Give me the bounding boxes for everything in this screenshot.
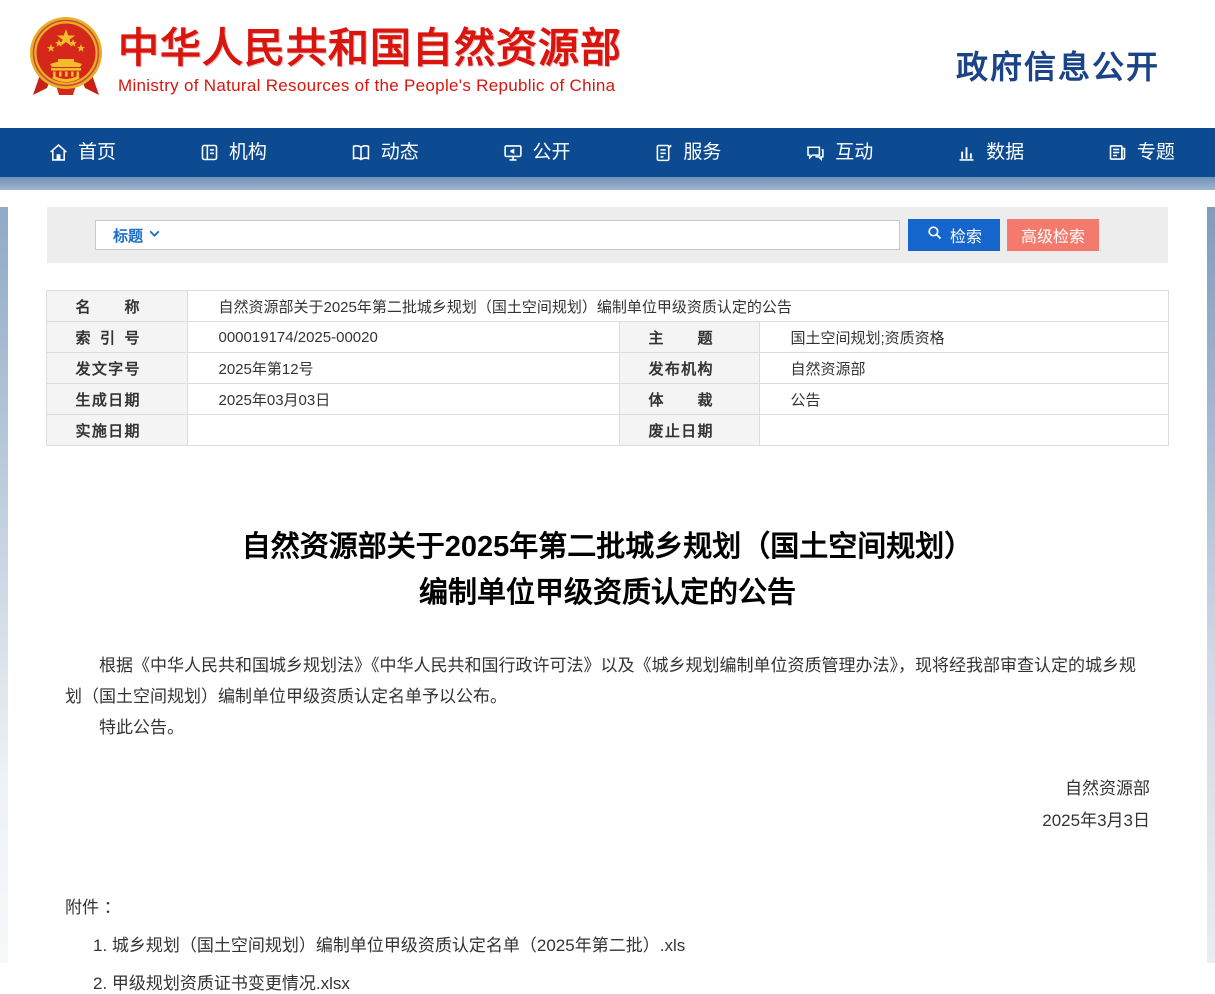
site-title: 中华人民共和国自然资源部 [118, 24, 622, 72]
table-row: 实施日期 废止日期 [47, 415, 1168, 446]
document-meta-table: 名称 自然资源部关于2025年第二批城乡规划（国土空间规划）编制单位甲级资质认定… [46, 290, 1168, 446]
body-paragraph: 根据《中华人民共和国城乡规划法》《中华人民共和国行政许可法》以及《城乡规划编制单… [65, 650, 1150, 712]
meta-value-repeal-date [760, 415, 1168, 446]
body-paragraph: 特此公告。 [65, 712, 1150, 743]
topics-paper-icon [1107, 142, 1128, 163]
table-row: 生成日期 2025年03月03日 体裁 公告 [47, 384, 1168, 415]
nav-item-home[interactable]: 首页 [48, 128, 116, 177]
site-header: 中华人民共和国自然资源部 Ministry of Natural Resourc… [0, 0, 1215, 128]
nav-item-label: 动态 [381, 128, 419, 177]
header-divider-band [0, 177, 1215, 190]
search-input-wrapper: 标题 [95, 220, 900, 250]
bar-chart-icon [956, 142, 977, 163]
meta-value-created-date: 2025年03月03日 [188, 384, 620, 415]
nav-item-label: 专题 [1137, 128, 1175, 177]
attachment-link[interactable]: 1. 城乡规划（国土空间规划）编制单位甲级资质认定名单（2025年第二批）.xl… [93, 931, 1150, 956]
main-nav: 首页 机构 动态 公开 服务 [0, 128, 1215, 177]
meta-label-genre: 体裁 [620, 384, 760, 415]
meta-label-subject: 主题 [620, 322, 760, 353]
home-icon [48, 142, 69, 163]
table-row: 发文字号 2025年第12号 发布机构 自然资源部 [47, 353, 1168, 384]
disclosure-screen-icon [502, 142, 524, 163]
table-row: 名称 自然资源部关于2025年第二批城乡规划（国土空间规划）编制单位甲级资质认定… [47, 291, 1168, 322]
search-button[interactable]: 检索 [908, 219, 1000, 251]
meta-label-name: 名称 [47, 291, 188, 322]
meta-value-effective-date [188, 415, 620, 446]
nav-item-label: 数据 [986, 128, 1024, 177]
nav-item-organization[interactable]: 机构 [199, 128, 267, 177]
nav-item-label: 机构 [229, 128, 267, 177]
nav-item-news[interactable]: 动态 [350, 128, 419, 177]
meta-label-effective-date: 实施日期 [47, 415, 188, 446]
chevron-down-icon [148, 227, 161, 244]
signature-date: 2025年3月3日 [65, 805, 1150, 837]
organization-icon [199, 142, 220, 163]
meta-value-name: 自然资源部关于2025年第二批城乡规划（国土空间规划）编制单位甲级资质认定的公告 [188, 291, 1168, 322]
search-icon [926, 224, 943, 246]
service-edit-icon [653, 142, 674, 163]
brand-text: 中华人民共和国自然资源部 Ministry of Natural Resourc… [118, 24, 622, 96]
nav-item-disclosure[interactable]: 公开 [502, 128, 571, 177]
meta-label-repeal-date: 废止日期 [620, 415, 760, 446]
nav-item-interact[interactable]: 互动 [804, 128, 873, 177]
meta-label-created-date: 生成日期 [47, 384, 188, 415]
nav-item-service[interactable]: 服务 [653, 128, 721, 177]
nav-item-label: 互动 [835, 128, 873, 177]
table-row: 索引号 000019174/2025-00020 主题 国土空间规划;资质资格 [47, 322, 1168, 353]
nav-item-label: 首页 [78, 128, 116, 177]
meta-value-doc-number: 2025年第12号 [188, 353, 620, 384]
content-page: 标题 检索 高级检索 名称 自然资源部关于2025年第二批城乡规划（国土空间规划… [0, 207, 1215, 963]
national-emblem-icon [28, 11, 104, 109]
search-field-select[interactable]: 标题 [96, 221, 171, 249]
nav-item-topics[interactable]: 专题 [1107, 128, 1175, 177]
meta-label-index: 索引号 [47, 322, 188, 353]
nav-item-data[interactable]: 数据 [956, 128, 1024, 177]
meta-value-genre: 公告 [760, 384, 1168, 415]
signature-block: 自然资源部 2025年3月3日 [65, 773, 1150, 837]
search-button-label: 检索 [950, 223, 982, 247]
document-title: 自然资源部关于2025年第二批城乡规划（国土空间规划）编制单位甲级资质认定的公告 [235, 524, 980, 616]
meta-label-issuer: 发布机构 [620, 353, 760, 384]
signature-org: 自然资源部 [65, 773, 1150, 805]
meta-value-subject: 国土空间规划;资质资格 [760, 322, 1168, 353]
advanced-search-button[interactable]: 高级检索 [1007, 219, 1099, 251]
search-section: 标题 检索 高级检索 [47, 207, 1168, 263]
document-body: 根据《中华人民共和国城乡规划法》《中华人民共和国行政许可法》以及《城乡规划编制单… [65, 650, 1150, 743]
nav-item-label: 公开 [533, 128, 571, 177]
site-subtitle: Ministry of Natural Resources of the Peo… [118, 76, 622, 96]
section-title: 政府信息公开 [956, 42, 1160, 88]
search-input[interactable] [171, 221, 899, 249]
search-field-label: 标题 [113, 225, 143, 246]
attachment-link[interactable]: 2. 甲级规划资质证书变更情况.xlsx [93, 969, 1150, 994]
nav-item-label: 服务 [683, 128, 721, 177]
chat-bubbles-icon [804, 142, 826, 163]
document-article: 自然资源部关于2025年第二批城乡规划（国土空间规划）编制单位甲级资质认定的公告… [0, 446, 1215, 994]
attachments-label: 附件 ： [65, 893, 1150, 918]
attachments-section: 附件 ： 1. 城乡规划（国土空间规划）编制单位甲级资质认定名单（2025年第二… [65, 893, 1150, 994]
meta-label-doc-number: 发文字号 [47, 353, 188, 384]
site-logo-link[interactable]: 中华人民共和国自然资源部 Ministry of Natural Resourc… [28, 11, 622, 109]
meta-value-index: 000019174/2025-00020 [188, 322, 620, 353]
meta-value-issuer: 自然资源部 [760, 353, 1168, 384]
news-book-icon [350, 142, 372, 163]
